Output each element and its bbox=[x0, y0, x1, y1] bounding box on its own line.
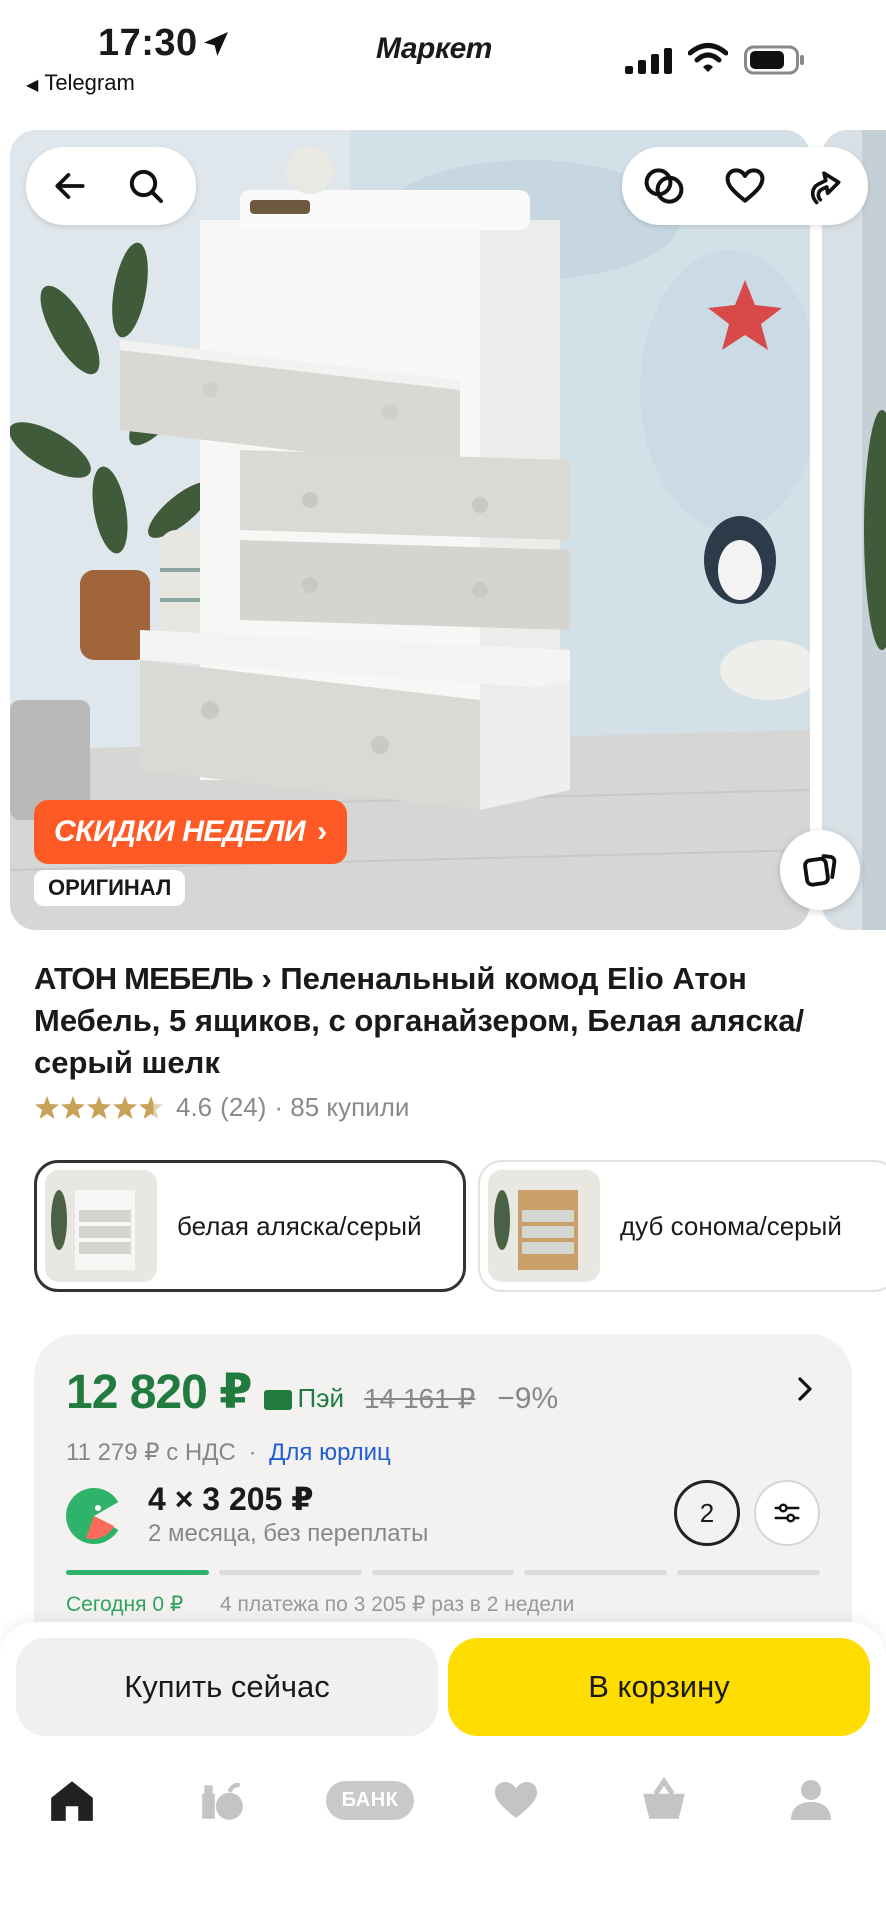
location-arrow-icon bbox=[204, 32, 228, 56]
pay-badge: Пэй bbox=[263, 1382, 345, 1414]
weekly-sale-tag[interactable]: СКИДКИ НЕДЕЛИ › bbox=[34, 800, 347, 864]
old-price: 14 161 ₽ bbox=[364, 1383, 476, 1414]
favorite-button[interactable] bbox=[715, 156, 775, 216]
payment-segment bbox=[524, 1570, 668, 1575]
tab-home[interactable] bbox=[32, 1760, 112, 1840]
payment-progress bbox=[66, 1570, 820, 1575]
sale-tag-label: СКИДКИ НЕДЕЛИ bbox=[54, 815, 306, 848]
gallery-button[interactable] bbox=[780, 830, 860, 910]
variant-thumbnail bbox=[488, 1170, 600, 1282]
payment-segment bbox=[677, 1570, 820, 1575]
add-to-cart-button[interactable]: В корзину bbox=[448, 1638, 870, 1736]
original-badge: ОРИГИНАЛ bbox=[34, 870, 186, 906]
tab-profile[interactable] bbox=[771, 1760, 851, 1840]
sale-tag-chevron-icon: › bbox=[317, 815, 327, 848]
heart-icon bbox=[725, 168, 765, 203]
split-payment-terms: 2 месяца, без переплаты bbox=[148, 1520, 429, 1547]
profile-icon bbox=[791, 1780, 831, 1820]
search-icon bbox=[129, 169, 163, 203]
back-app-label: Telegram bbox=[44, 70, 135, 95]
sliders-icon bbox=[774, 1503, 800, 1523]
legal-entities-link[interactable]: Для юрлиц bbox=[269, 1439, 391, 1466]
variant-thumbnail bbox=[45, 1170, 157, 1282]
brand-link[interactable]: АТОН МЕБЕЛЬ bbox=[34, 961, 254, 996]
rating-value: 4.6 bbox=[176, 1092, 213, 1122]
wifi-icon bbox=[688, 43, 728, 72]
payment-segment bbox=[218, 1570, 362, 1575]
back-button[interactable] bbox=[40, 156, 100, 216]
home-icon bbox=[51, 1781, 93, 1821]
share-button[interactable] bbox=[794, 156, 854, 216]
status-bar: 17:30 ◀ Telegram Маркет bbox=[0, 0, 886, 125]
bank-label: БАНК bbox=[325, 1780, 415, 1820]
compare-icon bbox=[644, 168, 684, 204]
vat-row: 11 279 ₽ с НДС · Для юрлиц bbox=[66, 1438, 391, 1467]
favorites-icon bbox=[495, 1782, 537, 1818]
tab-catalog[interactable] bbox=[181, 1760, 261, 1840]
cellular-signal-icon bbox=[625, 48, 672, 74]
clock: 17:30 bbox=[98, 22, 198, 64]
next-product-image[interactable] bbox=[822, 130, 886, 930]
brand-chevron-icon: › bbox=[261, 961, 281, 996]
back-arrow-icon bbox=[55, 173, 85, 199]
payment-schedule: 4 платежа по 3 205 ₽ раз в 2 недели bbox=[220, 1593, 575, 1616]
tab-favorites[interactable] bbox=[476, 1760, 556, 1840]
split-payment-amount: 4 × 3 205 ₽ bbox=[148, 1481, 314, 1517]
rating-row[interactable]: 4.6 (24) · 85 купили bbox=[34, 1092, 409, 1123]
buy-now-button[interactable]: Купить сейчас bbox=[16, 1638, 438, 1736]
nav-pill bbox=[26, 147, 196, 225]
variant-label: белая аляска/серый bbox=[177, 1210, 422, 1241]
tab-bank[interactable]: БАНК bbox=[320, 1760, 420, 1840]
catalog-icon bbox=[202, 1782, 243, 1820]
vat-separator: · bbox=[248, 1439, 257, 1466]
current-price: 12 820 ₽ bbox=[66, 1366, 253, 1419]
cart-icon bbox=[643, 1777, 685, 1819]
discount-badge: −9% bbox=[497, 1382, 559, 1415]
vat-price: 11 279 ₽ с НДС bbox=[66, 1439, 236, 1466]
actions-pill bbox=[622, 147, 868, 225]
rating-count: (24) bbox=[220, 1092, 267, 1122]
next-photo-preview bbox=[822, 130, 886, 930]
variant-label: дуб сонома/серый bbox=[620, 1210, 842, 1241]
payment-segment bbox=[66, 1570, 209, 1575]
back-triangle-icon: ◀ bbox=[26, 77, 39, 94]
split-months-selector[interactable]: 2 bbox=[674, 1480, 740, 1546]
split-payment-icon bbox=[66, 1488, 124, 1544]
market-logo: Маркет bbox=[376, 32, 492, 65]
rating-stars bbox=[34, 1095, 164, 1121]
gallery-icon bbox=[803, 854, 837, 887]
pay-today: Сегодня 0 ₽ bbox=[66, 1593, 184, 1616]
pay-label: Пэй bbox=[297, 1382, 345, 1413]
tab-cart[interactable] bbox=[624, 1760, 704, 1840]
split-settings-button[interactable] bbox=[754, 1480, 820, 1546]
card-icon bbox=[263, 1390, 292, 1410]
tab-bar: БАНК bbox=[0, 1760, 886, 1840]
battery-icon bbox=[744, 45, 804, 75]
payment-segment bbox=[371, 1570, 515, 1575]
bought-count: · 85 купили bbox=[274, 1092, 410, 1122]
price-row: 12 820 ₽ Пэй 14 161 ₽ −9% bbox=[66, 1364, 558, 1420]
star-rating-icon bbox=[35, 1095, 163, 1119]
product-title: АТОН МЕБЕЛЬ › Пеленальный комод Elio Ато… bbox=[34, 958, 864, 1084]
variant-oak-grey[interactable]: дуб сонома/серый bbox=[478, 1160, 886, 1292]
search-button[interactable] bbox=[116, 156, 176, 216]
share-icon bbox=[810, 171, 841, 205]
compare-button[interactable] bbox=[634, 156, 694, 216]
back-to-app-link[interactable]: ◀ Telegram bbox=[26, 70, 135, 96]
variant-white-grey[interactable]: белая аляска/серый bbox=[34, 1160, 466, 1292]
chevron-right-icon[interactable] bbox=[790, 1374, 820, 1404]
